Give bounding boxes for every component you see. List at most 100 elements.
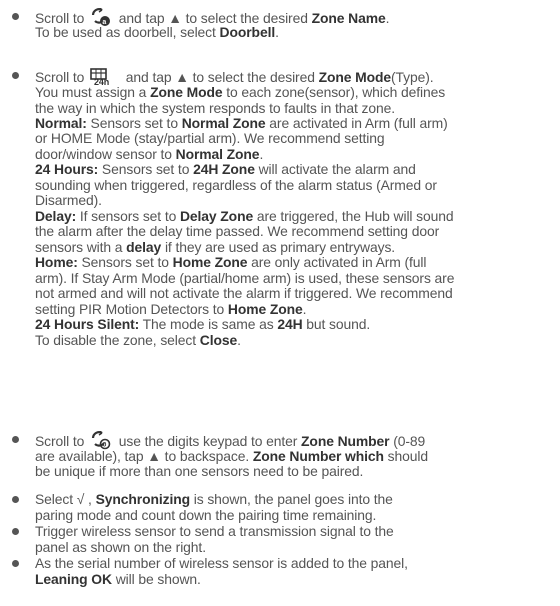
text-run: Sensors set to: [86, 115, 182, 131]
bold-term: Zone Number which: [252, 448, 384, 464]
text-run: are only activated in Arm (full: [247, 254, 427, 270]
text-line: Select √ , Synchronizing is shown, the p…: [35, 491, 393, 507]
text-line: be unique if more than one sensors need …: [35, 463, 363, 479]
text-run: sounding when triggered, regardless of t…: [35, 177, 437, 193]
text-run: arm). If Stay Arm Mode (partial/home arm…: [35, 270, 455, 286]
bold-term: Delay Zone: [179, 208, 254, 224]
text-run: panel as shown on the right.: [35, 539, 206, 555]
text-run: Disarmed).: [35, 192, 102, 208]
bullet-icon: [12, 560, 19, 567]
text-run: Select √ ,: [35, 491, 96, 507]
text-run: will be shown.: [111, 571, 201, 587]
text-line: not armed and will not activate the alar…: [35, 285, 453, 301]
text-run: setting PIR Motion Detectors to: [35, 301, 228, 317]
text-run: are triggered, the Hub will sound: [253, 208, 454, 224]
text-run: is shown, the panel goes into the: [189, 491, 393, 507]
text-line: 24 Hours: Sensors set to 24H Zone will a…: [35, 161, 416, 177]
text-run: the alarm after the delay time passed. W…: [35, 223, 440, 239]
text-run: The mode is same as: [139, 316, 278, 332]
text-run: .: [275, 24, 279, 40]
bold-term: Zone Name: [311, 10, 386, 26]
text-run: not armed and will not activate the alar…: [35, 285, 453, 301]
text-line: the way in which the system responds to …: [35, 100, 395, 116]
text-line: To disable the zone, select Close.: [35, 332, 241, 348]
bold-term: 24 Hours Silent:: [35, 316, 140, 332]
text-run: Sensors set to: [77, 254, 173, 270]
bullet-icon: [12, 13, 19, 20]
bold-term: Zone Mode: [318, 69, 392, 85]
bold-term: delay: [126, 239, 162, 255]
bold-term: 24 Hours:: [35, 161, 99, 177]
text-run: .: [302, 301, 307, 317]
bold-term: Doorbell: [219, 24, 276, 40]
text-line: paring mode and count down the pairing t…: [35, 507, 376, 523]
text-line: Normal: Sensors set to Normal Zone are a…: [35, 115, 448, 131]
text-line: or HOME Mode (stay/partial arm). We reco…: [35, 130, 385, 146]
text-run: or HOME Mode (stay/partial arm). We reco…: [35, 130, 385, 146]
bold-term: Home Zone: [172, 254, 248, 270]
bold-term: Close: [199, 332, 238, 348]
text-line: To be used as doorbell, select Doorbell.: [35, 24, 279, 40]
text-line: Delay: If sensors set to Delay Zone are …: [35, 208, 454, 224]
text-line: arm). If Stay Arm Mode (partial/home arm…: [35, 270, 454, 286]
text-run: As the serial number of wireless sensor …: [35, 555, 408, 571]
bold-term: 24H Zone: [193, 161, 255, 177]
bold-term: Delay:: [35, 208, 77, 224]
text-run: door/window sensor to: [35, 146, 176, 162]
instruction-page: Scroll to a and tap ▲ to select the desi…: [0, 0, 560, 606]
text-run: be unique if more than one sensors need …: [35, 463, 364, 479]
text-line: Leaning OK will be shown.: [35, 571, 201, 587]
bold-term: Zone Number: [301, 433, 390, 449]
bullet-icon: [12, 496, 19, 503]
bold-term: Home:: [35, 254, 78, 270]
bullet-icon: [12, 72, 19, 79]
text-run: and tap ▲ to select the desired: [122, 69, 319, 85]
bold-term: Home Zone: [227, 301, 303, 317]
bold-term: Normal:: [35, 115, 87, 131]
bold-term: Synchronizing: [95, 491, 191, 507]
text-run: If sensors set to: [76, 208, 180, 224]
text-run: Sensors set to: [98, 161, 194, 177]
text-line: As the serial number of wireless sensor …: [35, 555, 408, 571]
text-line: setting PIR Motion Detectors to Home Zon…: [35, 301, 307, 317]
text-line: Disarmed).: [35, 192, 102, 208]
text-run: To be used as doorbell, select: [35, 24, 220, 40]
bold-term: Normal Zone: [181, 115, 266, 131]
text-run: .: [385, 10, 390, 26]
text-run: To disable the zone, select: [35, 332, 200, 348]
bullet-icon: [12, 528, 19, 535]
text-run: but sound.: [302, 316, 371, 332]
text-run: paring mode and count down the pairing t…: [35, 507, 377, 523]
text-line: are available), tap ▲ to backspace. Zone…: [35, 448, 428, 464]
bold-term: 24H: [277, 316, 303, 332]
text-line: sensors with a delay if they are used as…: [35, 239, 395, 255]
text-line: Home: Sensors set to Home Zone are only …: [35, 254, 426, 270]
text-run: .: [237, 332, 241, 348]
text-run: use the digits keypad to enter: [115, 433, 302, 449]
text-run: should: [383, 448, 428, 464]
text-run: .: [259, 146, 264, 162]
text-run: sensors with a: [35, 239, 127, 255]
text-line: panel as shown on the right.: [35, 539, 206, 555]
bold-term: Leaning OK: [35, 571, 112, 587]
text-line: You must assign a Zone Mode to each zone…: [35, 84, 445, 100]
text-run: Scroll to: [35, 433, 89, 449]
text-run: the way in which the system responds to …: [35, 100, 395, 116]
text-run: Scroll to: [35, 69, 89, 85]
text-run: (Type).: [391, 69, 434, 85]
text-run: (0-89: [389, 433, 426, 449]
text-run: to each zone(sensor), which defines: [222, 84, 446, 100]
text-run: are activated in Arm (full arm): [265, 115, 448, 131]
bold-term: Zone Mode: [150, 84, 223, 100]
text-run: will activate the alarm and: [254, 161, 416, 177]
text-run: You must assign a: [35, 84, 151, 100]
bullet-icon: [12, 436, 19, 443]
text-run: Trigger wireless sensor to send a transm…: [35, 523, 394, 539]
text-line: 24 Hours Silent: The mode is same as 24H…: [35, 316, 370, 332]
text-line: sounding when triggered, regardless of t…: [35, 177, 437, 193]
bold-term: Normal Zone: [175, 146, 260, 162]
text-run: if they are used as primary entryways.: [161, 239, 396, 255]
text-run: are available), tap ▲ to backspace.: [35, 448, 253, 464]
text-line: the alarm after the delay time passed. W…: [35, 223, 439, 239]
text-line: Trigger wireless sensor to send a transm…: [35, 523, 394, 539]
